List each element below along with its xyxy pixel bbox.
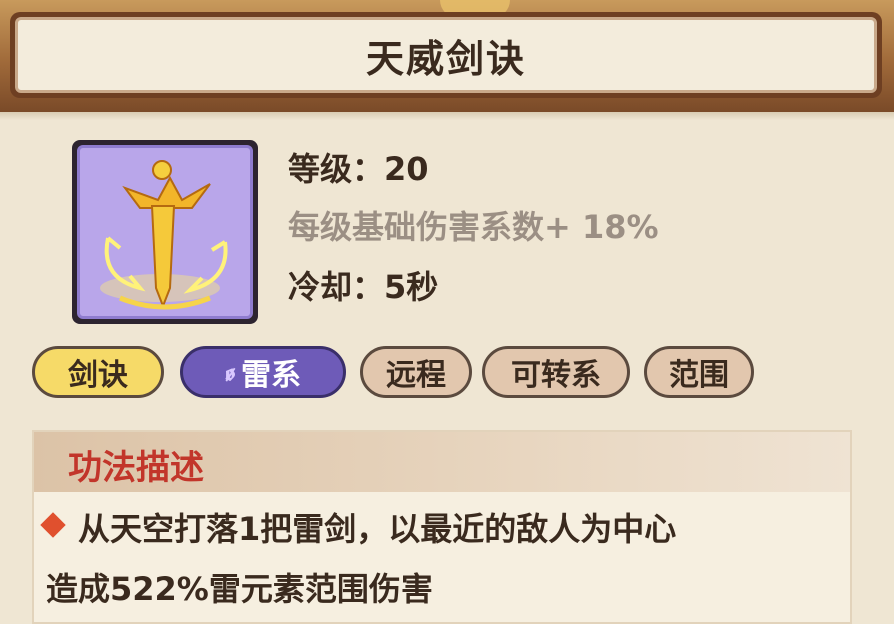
tag-thunder-element: ꬾ 雷系 <box>180 346 346 398</box>
skill-cooldown: 冷却：5秒 <box>288 268 439 306</box>
skill-icon-frame <box>72 140 258 324</box>
description-header: 功法描述 <box>34 432 850 492</box>
per-level-damage-bonus: 每级基础伤害系数+ 18% <box>288 208 659 246</box>
thunder-sword-icon <box>77 145 253 319</box>
tag-ranged: 远程 <box>360 346 472 398</box>
title-frame: 天威剑诀 <box>10 12 882 98</box>
skill-title: 天威剑诀 <box>15 17 877 93</box>
tag-sword-art: 剑诀 <box>32 346 164 398</box>
tag-convertible: 可转系 <box>482 346 630 398</box>
bullet-diamond-icon <box>40 512 66 538</box>
thunder-element-icon: ꬾ <box>224 361 236 386</box>
skill-description-box: 功法描述 从天空打落1把雷剑，以最近的敌人为中心 造成522%雷元素范围伤害 <box>32 430 852 624</box>
description-title: 功法描述 <box>68 448 204 488</box>
description-line-2: 造成522%雷元素范围伤害 <box>46 570 433 608</box>
skill-level: 等级：20 <box>288 150 429 188</box>
tag-area: 范围 <box>644 346 754 398</box>
description-line-1: 从天空打落1把雷剑，以最近的敌人为中心 <box>78 510 677 548</box>
tag-thunder-label: 雷系 <box>241 358 302 393</box>
